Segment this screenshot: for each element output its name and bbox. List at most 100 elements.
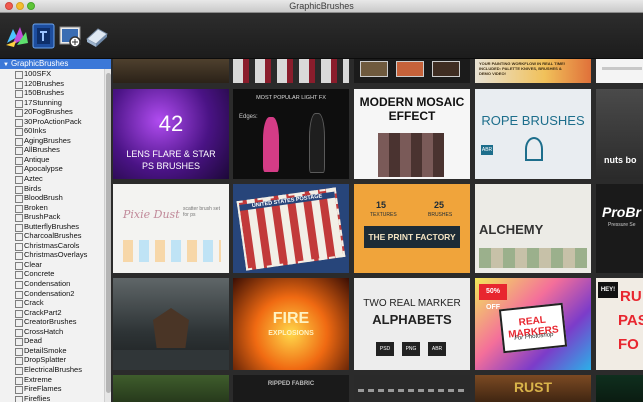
sidebar-scrollbar[interactable] [104,69,111,402]
thumbnail-grid: YOUR PAINTING WORKFLOW IN REAL TIME! INC… [111,59,643,402]
tree-item[interactable]: CharcoalBrushes [0,231,111,241]
app-window: GraphicBrushes ▼ GraphicBrushes 100SFX 1… [0,0,643,402]
tree-item[interactable]: CreatorBrushes [0,317,111,327]
tree-item[interactable]: CrossHatch [0,327,111,337]
tree-item[interactable]: Condensation2 [0,289,111,299]
tile-caption: PAS [618,312,643,329]
thumbnail-tile[interactable]: MOST POPULAR LIGHT FX Edges: [233,89,349,179]
tile-caption: TWO REAL MARKER [363,298,461,309]
tree-item[interactable]: BloodBrush [0,193,111,203]
toolbar [0,13,643,59]
thumbnail-tile[interactable]: 42 LENS FLARE & STAR PS BRUSHES [113,89,229,179]
tree-item[interactable]: AgingBrushes [0,136,111,146]
tree-item[interactable]: 150Brushes [0,88,111,98]
sidebar: ▼ GraphicBrushes 100SFX 120Brushes 150Bru… [0,59,111,402]
tree-item[interactable]: 30ProActionPack [0,117,111,127]
tile-caption: EXPLOSIONS [268,330,314,337]
tile-caption: YOUR PAINTING WORKFLOW IN REAL TIME! INC… [479,61,566,76]
palette-icon[interactable] [4,23,30,49]
thumbnail-tile[interactable]: 15 25 TEXTURES BRUSHES THE PRINT FACTORY [354,184,470,273]
tile-caption: TEXTURES [370,212,397,218]
tree-item[interactable]: 20FogBrushes [0,107,111,117]
format-badge: PSD [376,342,394,356]
tile-caption: FIRE [272,310,310,327]
thumbnail-tile[interactable] [354,375,470,402]
tree-item[interactable]: CrackPart2 [0,308,111,318]
thumbnail-tile[interactable] [113,278,229,370]
tile-caption: ALCHEMY [479,222,544,237]
tree-item[interactable]: 120Brushes [0,79,111,89]
thumbnail-tile[interactable]: FIRE EXPLOSIONS [233,278,349,370]
tile-caption: ROPE BRUSHES [481,113,585,128]
thumbnail-tile[interactable]: Pixie Dust scatter brush set for ps [113,184,229,273]
brush-app-icon[interactable] [31,23,57,49]
thumbnail-tile[interactable] [596,375,643,402]
tile-caption: ProBr [602,204,641,220]
window-title: GraphicBrushes [289,1,354,11]
tile-caption: FO [618,336,639,353]
tile-caption: RUST [513,379,553,395]
tile-caption: RU [620,288,642,305]
tile-caption: UNITED STATES POSTAGE [239,191,336,211]
preview-icon[interactable] [58,23,84,49]
discount-badge: 50% OFF [479,284,507,311]
thumbnail-tile[interactable]: 50% OFF REAL MARKERS For Photoshop [475,278,591,370]
thumbnail-tile[interactable]: ALCHEMY [475,184,591,273]
tree-item[interactable]: Aztec [0,174,111,184]
thumbnail-tile[interactable]: UNITED STATES POSTAGE [233,184,349,273]
thumbnail-tile[interactable]: ProBr Pressure Se [596,184,643,273]
tree-item[interactable]: Antique [0,155,111,165]
tile-count: 25 [434,200,445,210]
tile-caption: MOST POPULAR LIGHT FX [256,95,326,101]
thumbnail-tile[interactable]: HEY! RU PAS FO [596,278,643,370]
tree-item[interactable]: Concrete [0,269,111,280]
thumbnail-tile[interactable]: TWO REAL MARKER ALPHABETS PSD PNG ABR [354,278,470,370]
thumbnail-tile[interactable]: RUST [475,375,591,402]
tree-item[interactable]: Condensation [0,279,111,289]
tree-item[interactable]: Birds [0,184,111,194]
tree-item[interactable]: 17Stunning [0,98,111,108]
tree-item[interactable]: BrushPack [0,212,111,222]
tree-item[interactable]: Apocalypse [0,164,111,175]
disclosure-triangle-icon[interactable]: ▼ [3,62,9,68]
tree-item[interactable]: Clear [0,260,111,270]
thumbnail-tile[interactable]: RIPPED FABRIC [233,375,349,402]
thumbnail-tile[interactable] [596,59,643,83]
tile-caption: Edges: [239,114,258,120]
tree-item[interactable]: Crack [0,298,111,308]
tile-badge: ABR [481,145,493,155]
thumbnail-tile[interactable] [354,59,470,83]
tree-item[interactable]: ChristmasCarols [0,241,111,251]
format-badge: ABR [428,342,446,356]
tree-item[interactable]: Fireflies [0,394,111,402]
tree-item[interactable]: Broken [0,203,111,213]
thumbnail-tile[interactable] [113,375,229,402]
tile-caption: scatter brush set for ps [183,206,220,218]
tree-item[interactable]: 100SFX [0,69,111,79]
tree-item[interactable]: Extreme [0,375,111,385]
tile-caption: PS BRUSHES [141,161,201,171]
tree-item[interactable]: DropSplatter [0,355,111,365]
tree-root-item[interactable]: ▼ GraphicBrushes [0,59,111,69]
thumbnail-tile[interactable]: nuts bo [596,89,643,179]
thumbnail-tile[interactable] [233,59,349,83]
tile-caption: RIPPED FABRIC [267,381,315,387]
tree-item[interactable]: ButterflyBrushes [0,222,111,232]
tree-root-label: GraphicBrushes [10,59,69,68]
thumbnail-tile[interactable]: YOUR PAINTING WORKFLOW IN REAL TIME! INC… [475,59,591,83]
tile-caption: THE PRINT FACTORY [364,226,460,248]
thumbnail-tile[interactable]: ROPE BRUSHES ABR [475,89,591,179]
thumbnail-tile[interactable]: MODERN MOSAIC EFFECT [354,89,470,179]
tree-item[interactable]: DetailSmoke [0,346,111,356]
thumbnail-tile[interactable] [113,59,229,83]
tile-caption: MODERN MOSAIC [359,95,465,109]
tree-item[interactable]: ChristmasOverlays [0,250,111,260]
eraser-icon[interactable] [84,23,110,49]
tree-item[interactable]: 60Inks [0,126,111,136]
tree-item[interactable]: AllBrushes [0,145,111,155]
tree-item[interactable]: Dead [0,336,111,346]
tree-item[interactable]: FireFlames [0,384,111,394]
tree-item[interactable]: ElectricalBrushes [0,365,111,375]
title-bar: GraphicBrushes [0,0,643,13]
tile-caption: nuts bo [604,155,637,165]
